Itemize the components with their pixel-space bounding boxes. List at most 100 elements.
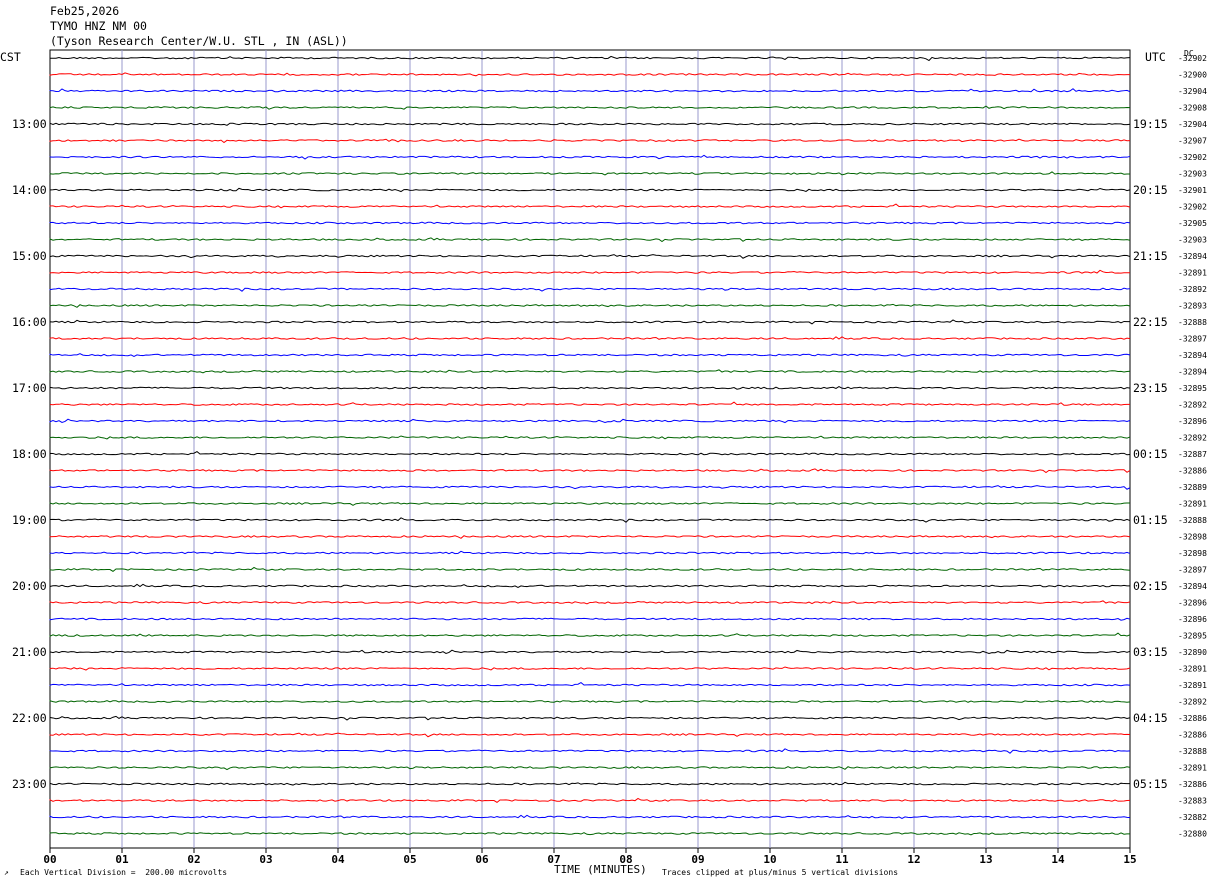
dc-offset-label: -32900 <box>1178 71 1207 80</box>
right-hour-label: 20:15 <box>1133 183 1168 197</box>
dc-offset-label: -32880 <box>1178 830 1207 839</box>
seismic-trace <box>49 517 1131 523</box>
x-tick-label: 13 <box>979 853 992 866</box>
left-hour-label: 22:00 <box>12 711 47 725</box>
x-tick-label: 01 <box>115 853 129 866</box>
dc-offset-label: -32898 <box>1178 533 1207 542</box>
seismic-trace <box>49 171 1131 176</box>
dc-offset-label: -32895 <box>1178 632 1207 641</box>
dc-offset-label: -32898 <box>1178 549 1207 558</box>
seismic-trace <box>49 369 1131 374</box>
dc-offset-label: -32907 <box>1178 137 1207 146</box>
seismic-trace <box>49 600 1131 605</box>
seismic-trace <box>49 55 1131 62</box>
dc-offset-label: -32903 <box>1178 236 1207 245</box>
dc-offset-label: -32894 <box>1178 351 1207 360</box>
right-hour-label: 05:15 <box>1133 777 1168 791</box>
left-hour-label: 13:00 <box>12 117 47 131</box>
dc-offset-label: -32891 <box>1178 500 1207 509</box>
dc-offset-label: -32897 <box>1178 335 1207 344</box>
seismic-trace <box>49 485 1131 490</box>
left-hour-label: 18:00 <box>12 447 47 461</box>
seismic-trace <box>49 748 1131 754</box>
x-tick-label: 05 <box>403 853 416 866</box>
dc-offset-label: -32893 <box>1178 302 1207 311</box>
x-tick-label: 10 <box>763 853 776 866</box>
seismic-trace <box>49 781 1131 786</box>
dc-offset-label: -32901 <box>1178 186 1207 195</box>
dc-offset-label: -32905 <box>1178 219 1207 228</box>
seismic-trace <box>49 451 1131 456</box>
seismic-trace <box>49 468 1131 474</box>
right-hour-label: 04:15 <box>1133 711 1168 725</box>
x-tick-label: 09 <box>691 853 704 866</box>
dc-offset-label: -32887 <box>1178 450 1207 459</box>
seismic-trace <box>49 814 1131 819</box>
x-tick-label: 11 <box>835 853 849 866</box>
seismic-trace <box>49 418 1131 424</box>
seismic-trace <box>49 566 1131 572</box>
dc-offset-label: -32904 <box>1178 87 1207 96</box>
seismic-trace <box>49 385 1131 390</box>
seismic-trace <box>49 732 1131 738</box>
left-hour-label: 15:00 <box>12 249 47 263</box>
seismic-trace <box>49 649 1131 655</box>
dc-offset-label: -32886 <box>1178 714 1207 723</box>
dc-offset-label: -32904 <box>1178 120 1207 129</box>
seismic-trace <box>49 187 1131 193</box>
left-hour-label: 14:00 <box>12 183 47 197</box>
dc-offset-label: -32891 <box>1178 764 1207 773</box>
dc-offset-label: -32891 <box>1178 665 1207 674</box>
seismic-trace <box>49 797 1131 803</box>
seismic-trace <box>49 502 1131 506</box>
helicorder-plot: -32902 -32900 -32904 -32908 -32904 -32907 -329… <box>12 49 1207 866</box>
seismic-trace <box>49 88 1131 93</box>
right-hour-label: 00:15 <box>1133 447 1168 461</box>
seismic-trace <box>49 237 1131 243</box>
seismic-trace <box>49 287 1131 292</box>
x-tick-label: 02 <box>187 853 200 866</box>
dc-offset-label: -32888 <box>1178 318 1207 327</box>
x-tick-label: 14 <box>1051 853 1065 866</box>
right-hour-label: 19:15 <box>1133 117 1168 131</box>
seismic-trace <box>49 254 1131 259</box>
dc-offset-label: -32896 <box>1178 417 1207 426</box>
x-tick-label: 04 <box>331 853 345 866</box>
dc-offset-label: -32890 <box>1178 648 1207 657</box>
dc-offset-label: -32894 <box>1178 582 1207 591</box>
seismic-trace <box>49 632 1131 637</box>
dc-offset-label: -32889 <box>1178 483 1207 492</box>
left-hour-label: 19:00 <box>12 513 47 527</box>
x-tick-label: 12 <box>907 853 920 866</box>
seismic-trace <box>49 122 1131 126</box>
seismic-trace <box>49 353 1131 357</box>
right-hour-label: 02:15 <box>1133 579 1168 593</box>
x-axis-title: TIME (MINUTES) <box>554 863 647 876</box>
seismic-trace <box>49 105 1131 110</box>
plot-frame <box>49 49 1131 849</box>
dc-offset-label: -32892 <box>1178 285 1207 294</box>
dc-offset-label: -32888 <box>1178 747 1207 756</box>
dc-offset-label: -32894 <box>1178 368 1207 377</box>
dc-offset-label: -32897 <box>1178 566 1207 575</box>
seismic-trace <box>49 269 1131 274</box>
seismic-trace <box>49 535 1131 539</box>
seismic-trace <box>49 583 1131 588</box>
dc-offset-label: -32902 <box>1178 153 1207 162</box>
left-hour-label: 21:00 <box>12 645 47 659</box>
seismic-trace <box>49 221 1131 225</box>
right-hour-label: 01:15 <box>1133 513 1168 527</box>
right-hour-label: 22:15 <box>1133 315 1168 329</box>
dc-offset-label: -32891 <box>1178 269 1207 278</box>
dc-offset-label: -32896 <box>1178 599 1207 608</box>
seismic-trace <box>49 72 1131 77</box>
dc-offset-label: -32896 <box>1178 615 1207 624</box>
dc-offset-label: -32892 <box>1178 401 1207 410</box>
x-tick-label: 03 <box>259 853 272 866</box>
seismic-trace <box>49 138 1131 144</box>
dc-offset-label: -32892 <box>1178 698 1207 707</box>
seismic-trace <box>49 666 1131 671</box>
seismic-trace <box>49 766 1131 771</box>
dc-offset-label: -32886 <box>1178 780 1207 789</box>
dc-offset-label: -32894 <box>1178 252 1207 261</box>
